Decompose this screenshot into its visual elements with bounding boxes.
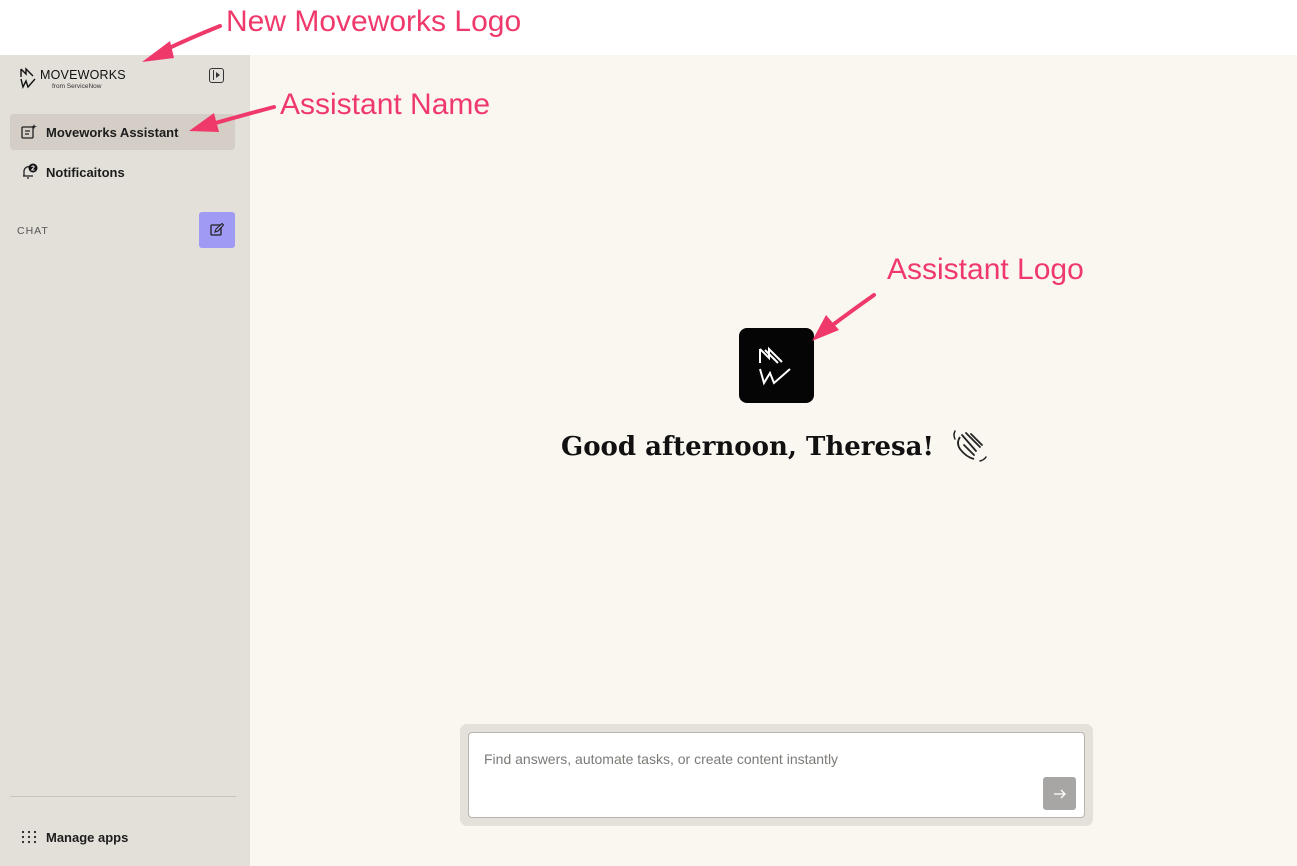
message-input[interactable] — [482, 747, 1046, 771]
composer-container — [460, 724, 1093, 826]
annotation-assistant-logo-label: Assistant Logo — [887, 253, 1084, 286]
manage-apps-button[interactable]: Manage apps — [10, 821, 235, 853]
manage-apps-label: Manage apps — [46, 829, 129, 845]
composer — [468, 732, 1085, 818]
edit-icon — [210, 223, 224, 236]
chat-section-label: CHAT — [17, 225, 49, 237]
grid-dots-icon — [21, 830, 37, 844]
chat-sparkle-icon — [21, 124, 37, 139]
send-button[interactable] — [1043, 777, 1076, 810]
waving-hand-icon — [953, 430, 987, 462]
sidebar-item-moveworks-assistant[interactable]: Moveworks Assistant — [10, 114, 235, 150]
brand-name: MOVEWORKS — [40, 68, 126, 82]
sidebar-divider — [10, 796, 236, 797]
app-window: MOVEWORKS from ServiceNow Moveworks Assi… — [0, 55, 1297, 866]
sidebar-collapse-icon[interactable] — [209, 68, 224, 83]
sidebar: MOVEWORKS from ServiceNow Moveworks Assi… — [0, 55, 250, 866]
moveworks-logo-icon — [758, 346, 791, 385]
moveworks-brand: MOVEWORKS from ServiceNow — [19, 67, 126, 91]
brand-subtitle: from ServiceNow — [52, 83, 102, 90]
moveworks-logo-icon — [20, 67, 36, 89]
main-panel: Good afternoon, Theresa! — [250, 55, 1297, 866]
new-chat-button[interactable] — [199, 212, 235, 248]
notification-badge: 2 — [31, 166, 35, 173]
sidebar-item-label: Moveworks Assistant — [46, 124, 179, 140]
greeting-text: Good afternoon, Theresa! — [561, 432, 934, 462]
bell-icon: 2 — [23, 163, 38, 179]
arrow-right-icon — [1053, 789, 1066, 798]
sidebar-item-notifications[interactable]: 2 Notificaitons — [10, 154, 235, 190]
annotation-name-label: Assistant Name — [280, 88, 491, 121]
annotation-logo-label: New Moveworks Logo — [226, 5, 522, 38]
assistant-logo — [739, 328, 814, 403]
greeting-row: Good afternoon, Theresa! — [561, 427, 991, 467]
sidebar-item-label: Notificaitons — [46, 164, 125, 180]
